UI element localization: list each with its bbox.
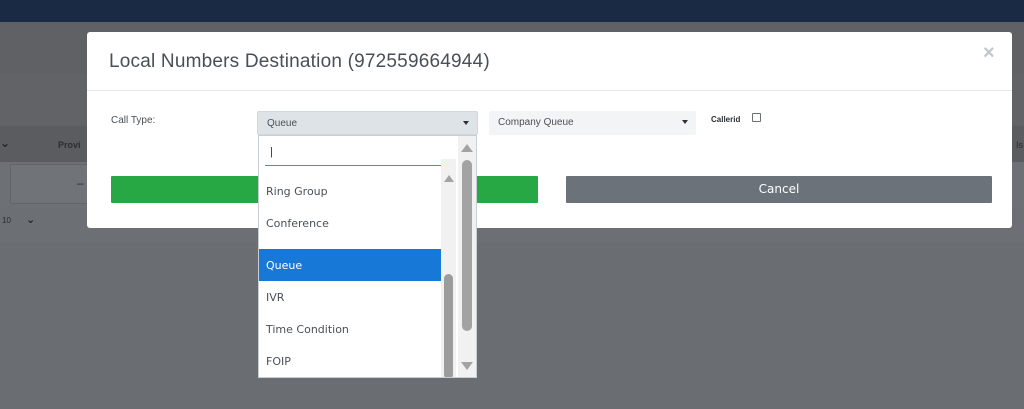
- dropdown-option[interactable]: IVR: [259, 281, 441, 313]
- cancel-button[interactable]: Cancel: [566, 176, 992, 203]
- caret-down-icon: [682, 120, 688, 124]
- dropdown-scrollbar[interactable]: [458, 136, 476, 377]
- table-header-right: Is: [1016, 140, 1024, 150]
- dropdown-option[interactable]: Ring Group: [259, 175, 441, 207]
- call-type-select[interactable]: Queue: [257, 111, 478, 135]
- modal-title: Local Numbers Destination (972559664944): [109, 51, 490, 72]
- dropdown-list-scrollbar[interactable]: [441, 159, 456, 377]
- background-content-area: [0, 243, 1024, 409]
- company-queue-selected-value: Company Queue: [498, 117, 574, 128]
- modal-divider: [87, 90, 1012, 91]
- company-queue-select[interactable]: Company Queue: [489, 111, 696, 135]
- callerid-label: Callerid: [711, 115, 741, 124]
- call-type-selected-value: Queue: [267, 118, 298, 129]
- destination-modal: Local Numbers Destination (972559664944)…: [87, 32, 1012, 228]
- call-type-dropdown: SIP-DID Ring Group Conference Queue IVR …: [258, 135, 477, 378]
- dropdown-options-list: SIP-DID Ring Group Conference Queue IVR …: [259, 159, 441, 377]
- chevron-down-icon: ⌄: [26, 214, 36, 226]
- scroll-up-arrow-icon[interactable]: [461, 144, 473, 152]
- scrollbar-thumb[interactable]: [462, 160, 472, 331]
- dropdown-option[interactable]: Conference: [259, 207, 441, 239]
- call-type-label: Call Type:: [111, 115, 156, 126]
- scrollbar-thumb[interactable]: [444, 274, 453, 377]
- callerid-checkbox[interactable]: [752, 113, 761, 122]
- table-header-provider: Provi: [58, 140, 81, 150]
- dropdown-option-selected[interactable]: Queue: [259, 249, 441, 281]
- caret-down-icon: [463, 121, 469, 125]
- scroll-down-arrow-icon[interactable]: [461, 362, 473, 370]
- dropdown-option[interactable]: Time Condition: [259, 313, 441, 345]
- scroll-up-arrow-icon[interactable]: [444, 175, 454, 182]
- dropdown-option[interactable]: FOIP: [259, 345, 441, 377]
- top-navigation-bar: [0, 0, 1024, 22]
- chevron-down-icon: ⌄: [0, 136, 11, 150]
- close-icon[interactable]: ×: [983, 42, 995, 65]
- row-action-icon: ⋮: [1018, 172, 1024, 193]
- table-cell-dash: –: [77, 176, 84, 190]
- dropdown-search-input[interactable]: |: [265, 144, 453, 166]
